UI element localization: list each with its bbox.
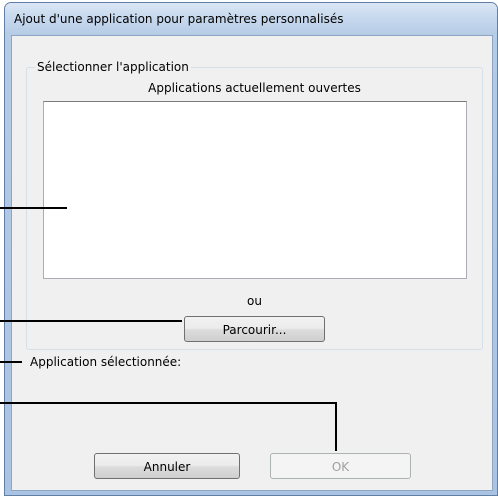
open-applications-header: Applications actuellement ouvertes xyxy=(148,81,361,95)
selected-application-label: Application sélectionnée: xyxy=(30,355,182,369)
dialog-title: Ajout d'une application pour paramètres … xyxy=(14,12,344,26)
callout-line-selected xyxy=(0,361,22,363)
open-applications-list[interactable] xyxy=(43,101,467,279)
browse-button[interactable]: Parcourir... xyxy=(184,316,325,342)
select-application-group: Sélectionner l'application Applications … xyxy=(26,60,483,350)
dialog-content: Sélectionner l'application Applications … xyxy=(11,35,493,491)
callout-line-list xyxy=(0,207,67,209)
dialog-window: Ajout d'une application pour paramètres … xyxy=(4,2,498,496)
callout-line-browse xyxy=(0,320,182,322)
ok-button[interactable]: OK xyxy=(270,453,411,479)
cancel-button[interactable]: Annuler xyxy=(94,453,240,479)
callout-line-ok-vertical xyxy=(335,402,337,451)
callout-line-ok-horizontal xyxy=(0,402,337,404)
group-title: Sélectionner l'application xyxy=(35,60,191,74)
or-label: ou xyxy=(247,294,262,308)
title-bar[interactable]: Ajout d'une application pour paramètres … xyxy=(5,3,497,35)
